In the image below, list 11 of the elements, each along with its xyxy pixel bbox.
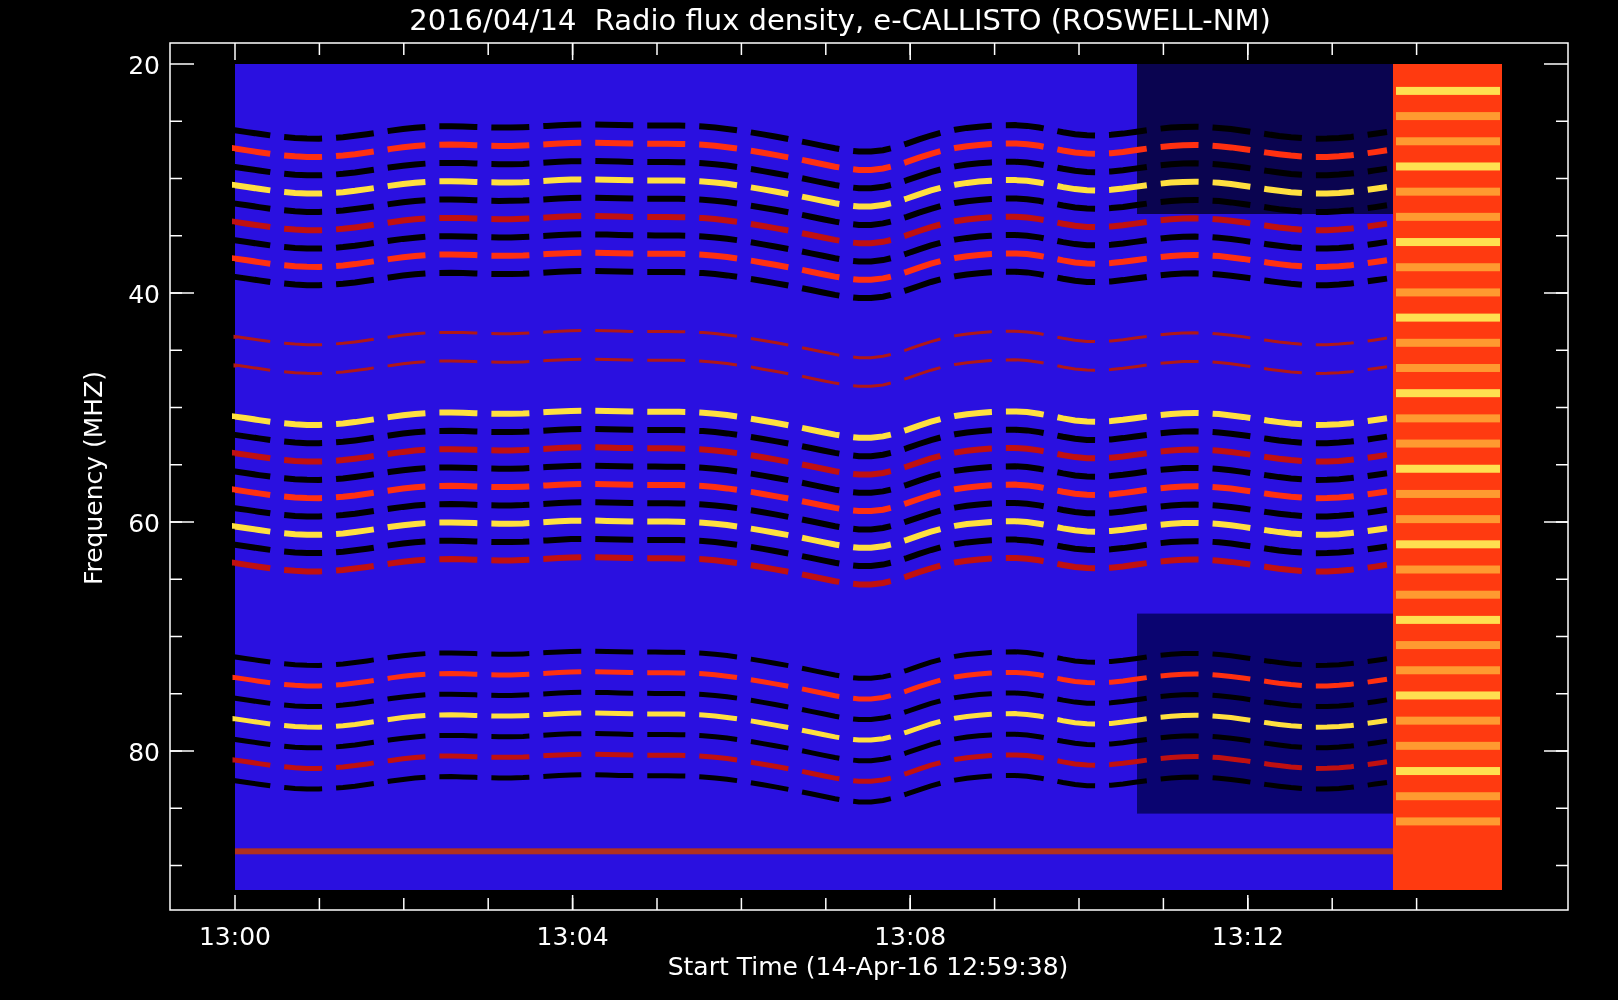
tick-label: 13:12 <box>1211 922 1284 951</box>
axis-label: Start Time (14-Apr-16 12:59:38) <box>667 952 1069 981</box>
tick-label: 13:04 <box>536 922 609 951</box>
tick-label: 13:00 <box>199 922 271 951</box>
tick-label: 80 <box>128 738 160 767</box>
axis-label: Frequency (MHZ) <box>79 370 108 586</box>
tick-label: 40 <box>128 280 160 309</box>
chart-title: 2016/04/14 Radio flux density, e-CALLISTO (ROSWELL-NM) <box>409 3 1271 37</box>
tick-label: 20 <box>128 51 160 80</box>
tick-label: 60 <box>128 509 160 538</box>
tick-label: 13:08 <box>874 922 947 951</box>
